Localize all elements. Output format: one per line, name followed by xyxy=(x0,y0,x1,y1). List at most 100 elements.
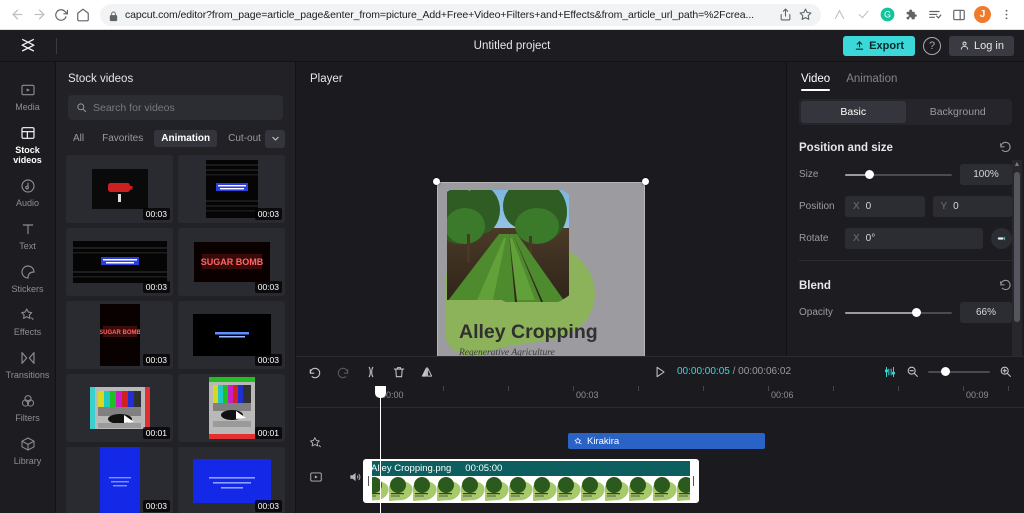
undo-icon[interactable] xyxy=(308,365,322,379)
timeline-ruler[interactable]: 00:00 00:03 00:06 00:09 xyxy=(296,386,1024,408)
tab-video[interactable]: Video xyxy=(801,73,830,91)
reading-list-icon[interactable] xyxy=(925,4,945,26)
playhead[interactable] xyxy=(380,386,381,513)
home-icon[interactable] xyxy=(72,4,94,26)
size-slider[interactable] xyxy=(845,174,952,176)
help-icon[interactable]: ? xyxy=(923,37,941,55)
back-arrow-icon[interactable] xyxy=(6,4,28,26)
segment-background[interactable]: Background xyxy=(906,101,1011,123)
forward-arrow-icon[interactable] xyxy=(28,4,50,26)
filter-chip-cut-out[interactable]: Cut-out xyxy=(221,130,263,147)
sidebar-item-transitions[interactable]: Transitions xyxy=(2,344,54,384)
trash-icon[interactable] xyxy=(392,365,406,379)
filter-chip-all[interactable]: All xyxy=(66,130,91,147)
stock-video-item[interactable]: 00:03 xyxy=(66,155,173,223)
position-x-field[interactable]: X 0 xyxy=(845,196,925,217)
position-y-field[interactable]: Y 0 xyxy=(933,196,1013,217)
stock-video-item[interactable]: 00:01 xyxy=(66,374,173,442)
opacity-value[interactable]: 66% xyxy=(960,302,1012,323)
caret-up-icon[interactable]: ▲ xyxy=(1014,160,1021,170)
sidebar-item-media[interactable]: Media xyxy=(2,76,54,116)
media-clip[interactable]: Alley Cropping.png 00:05:00 xyxy=(363,459,699,503)
capcut-logo[interactable] xyxy=(0,36,56,56)
side-panel-icon[interactable] xyxy=(949,4,969,26)
ruler-tick-label: 00:06 xyxy=(771,390,794,400)
star-icon[interactable] xyxy=(797,7,813,23)
track-icon-column xyxy=(306,408,366,513)
checkmark-icon[interactable] xyxy=(853,4,873,26)
tab-animation[interactable]: Animation xyxy=(846,73,897,91)
stock-video-item[interactable]: 00:03 xyxy=(66,447,173,513)
effects-track-icon[interactable] xyxy=(309,436,323,450)
video-duration: 00:03 xyxy=(143,500,170,512)
puzzle-extension-icon[interactable] xyxy=(901,4,921,26)
sidebar-item-label: Effects xyxy=(14,327,41,337)
timeline-toolbar: 00:00:00:05 / 00:00:06:02 xyxy=(296,356,1024,386)
avatar[interactable]: J xyxy=(974,6,991,23)
resize-handle-tl[interactable] xyxy=(433,178,440,185)
video-duration: 00:03 xyxy=(143,354,170,366)
chevron-down-icon[interactable] xyxy=(265,130,285,148)
lock-ratio-icon[interactable] xyxy=(991,228,1012,249)
left-nav-rail: Media Stock videos Audio Text Stickers xyxy=(0,62,56,513)
mirror-icon[interactable] xyxy=(420,365,434,379)
clip-trim-handle-right[interactable] xyxy=(690,461,697,501)
filter-chip-animation[interactable]: Animation xyxy=(154,130,217,147)
reset-icon[interactable] xyxy=(999,279,1012,292)
sidebar-item-stock-videos[interactable]: Stock videos xyxy=(2,119,54,169)
media-clip-duration: 00:05:00 xyxy=(465,463,502,474)
zoom-in-icon[interactable] xyxy=(999,365,1012,378)
rotate-row: Rotate X 0° xyxy=(799,228,1012,249)
stock-video-item[interactable]: 00:03 xyxy=(178,301,285,369)
opacity-slider[interactable] xyxy=(845,312,952,314)
sidebar-item-library[interactable]: Library xyxy=(2,430,54,470)
video-track-icon[interactable] xyxy=(309,470,323,484)
login-button[interactable]: Log in xyxy=(949,36,1014,56)
login-label: Log in xyxy=(974,40,1004,52)
segment-basic[interactable]: Basic xyxy=(801,101,906,123)
zoom-out-icon[interactable] xyxy=(906,365,919,378)
effect-clip-kirakira[interactable]: Kirakira xyxy=(568,433,765,449)
speaker-icon[interactable] xyxy=(348,470,362,484)
rotate-value: 0° xyxy=(866,233,876,244)
clip-trim-handle-left[interactable] xyxy=(365,461,372,501)
stock-video-item[interactable]: 00:03 xyxy=(178,155,285,223)
extension-a-icon[interactable] xyxy=(829,4,849,26)
rotate-field[interactable]: X 0° xyxy=(845,228,983,249)
video-duration: 00:03 xyxy=(255,208,282,220)
resize-handle-tr[interactable] xyxy=(642,178,649,185)
stock-video-item[interactable]: 00:03 xyxy=(178,447,285,513)
reset-icon[interactable] xyxy=(999,141,1012,154)
export-button[interactable]: Export xyxy=(843,36,915,56)
timeline-zoom-slider[interactable] xyxy=(928,371,990,373)
sidebar-item-label: Library xyxy=(14,456,42,466)
app-header: Untitled project Export ? Log in xyxy=(0,30,1024,62)
sidebar-item-text[interactable]: Text xyxy=(2,215,54,255)
sidebar-item-filters[interactable]: Filters xyxy=(2,387,54,427)
share-icon[interactable] xyxy=(777,7,793,23)
sidebar-item-stickers[interactable]: Stickers xyxy=(2,258,54,298)
timeline[interactable]: 00:00 00:03 00:06 00:09 Kir xyxy=(296,386,1024,513)
sidebar-item-audio[interactable]: Audio xyxy=(2,172,54,212)
filter-chip-favorites[interactable]: Favorites xyxy=(95,130,150,147)
play-icon[interactable] xyxy=(653,365,667,379)
search-input[interactable] xyxy=(93,102,275,114)
address-bar[interactable]: capcut.com/editor?from_page=article_page… xyxy=(100,4,821,26)
sidebar-item-effects[interactable]: Effects xyxy=(2,301,54,341)
text-icon xyxy=(19,220,37,238)
kebab-menu-icon[interactable] xyxy=(996,4,1016,26)
grammarly-icon[interactable]: G xyxy=(877,4,897,26)
playhead-handle[interactable] xyxy=(375,386,386,398)
reload-icon[interactable] xyxy=(50,4,72,26)
stock-video-item[interactable]: SUGAR BOMB 00:03 xyxy=(178,228,285,296)
split-icon[interactable] xyxy=(364,365,378,379)
size-row: Size 100% xyxy=(799,164,1012,185)
stock-video-item[interactable]: 00:03 xyxy=(66,228,173,296)
stock-video-item[interactable]: 00:01 xyxy=(178,374,285,442)
stock-video-item[interactable]: SUGAR BOMB 00:03 xyxy=(66,301,173,369)
search-box[interactable] xyxy=(68,95,283,120)
redo-icon[interactable] xyxy=(336,365,350,379)
audio-mix-icon[interactable] xyxy=(883,365,897,379)
position-x-value: 0 xyxy=(866,201,872,212)
size-value[interactable]: 100% xyxy=(960,164,1012,185)
